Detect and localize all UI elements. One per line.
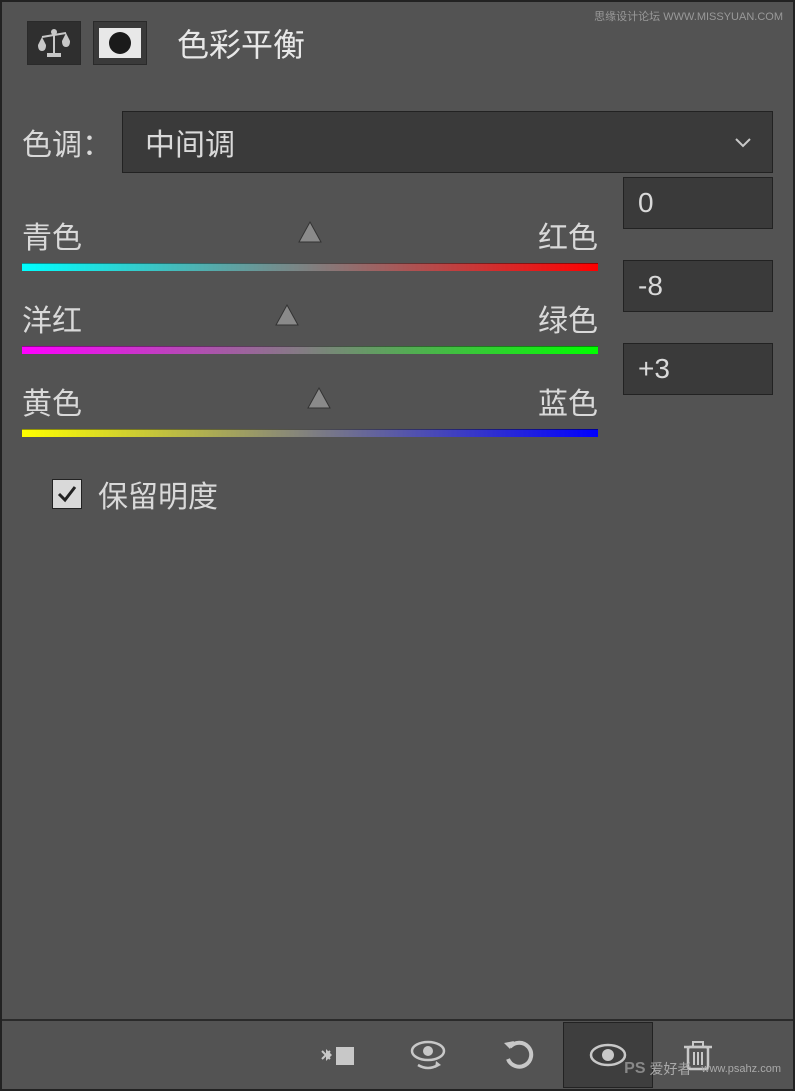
sliders-area: 青色 红色 0 洋红 绿色 -8 (2, 213, 793, 437)
reset-button[interactable] (473, 1022, 563, 1088)
check-icon (56, 483, 78, 505)
watermark-top: 思缘设计论坛 WWW.MISSYUAN.COM (594, 8, 783, 24)
preserve-luminosity-checkbox[interactable] (52, 479, 82, 509)
slider-right-label: 绿色 (538, 296, 598, 340)
preserve-luminosity-row: 保留明度 (2, 472, 793, 516)
slider-left-label: 洋红 (22, 296, 82, 340)
panel-title: 色彩平衡 (177, 20, 305, 66)
watermark-bottom: PS 爱好者 www.psahz.com (624, 1059, 781, 1079)
slider-right-label: 蓝色 (538, 379, 598, 423)
watermark-url: www.psahz.com (702, 1063, 781, 1075)
layer-mask-icon (99, 28, 141, 58)
balance-scale-icon (34, 27, 74, 59)
slider-right-label: 红色 (538, 213, 598, 257)
slider-track[interactable] (22, 346, 598, 354)
watermark-text: 爱好者 (650, 1059, 692, 1079)
slider-track[interactable] (22, 263, 598, 271)
value-input-magenta-green[interactable]: -8 (623, 260, 773, 312)
value-input-cyan-red[interactable]: 0 (623, 177, 773, 229)
slider-yellow-blue: 黄色 蓝色 +3 (22, 379, 773, 437)
tone-dropdown[interactable]: 中间调 (122, 111, 773, 173)
eye-arrow-icon (406, 1037, 450, 1073)
slider-left-label: 青色 (22, 213, 82, 257)
tone-selected-value: 中间调 (145, 120, 235, 164)
value-input-yellow-blue[interactable]: +3 (623, 343, 773, 395)
tone-label: 色调： (22, 120, 112, 164)
chevron-down-icon (734, 136, 752, 148)
clip-to-layer-button[interactable] (293, 1022, 383, 1088)
layer-mask-button[interactable] (93, 21, 147, 65)
balance-icon-button[interactable] (27, 21, 81, 65)
preserve-luminosity-label: 保留明度 (98, 472, 218, 516)
reset-icon (496, 1037, 540, 1073)
watermark-logo: PS (624, 1060, 645, 1078)
tone-row: 色调： 中间调 (2, 111, 793, 173)
slider-left-label: 黄色 (22, 379, 82, 423)
slider-track[interactable] (22, 429, 598, 437)
view-previous-button[interactable] (383, 1022, 473, 1088)
clip-icon (316, 1037, 360, 1073)
